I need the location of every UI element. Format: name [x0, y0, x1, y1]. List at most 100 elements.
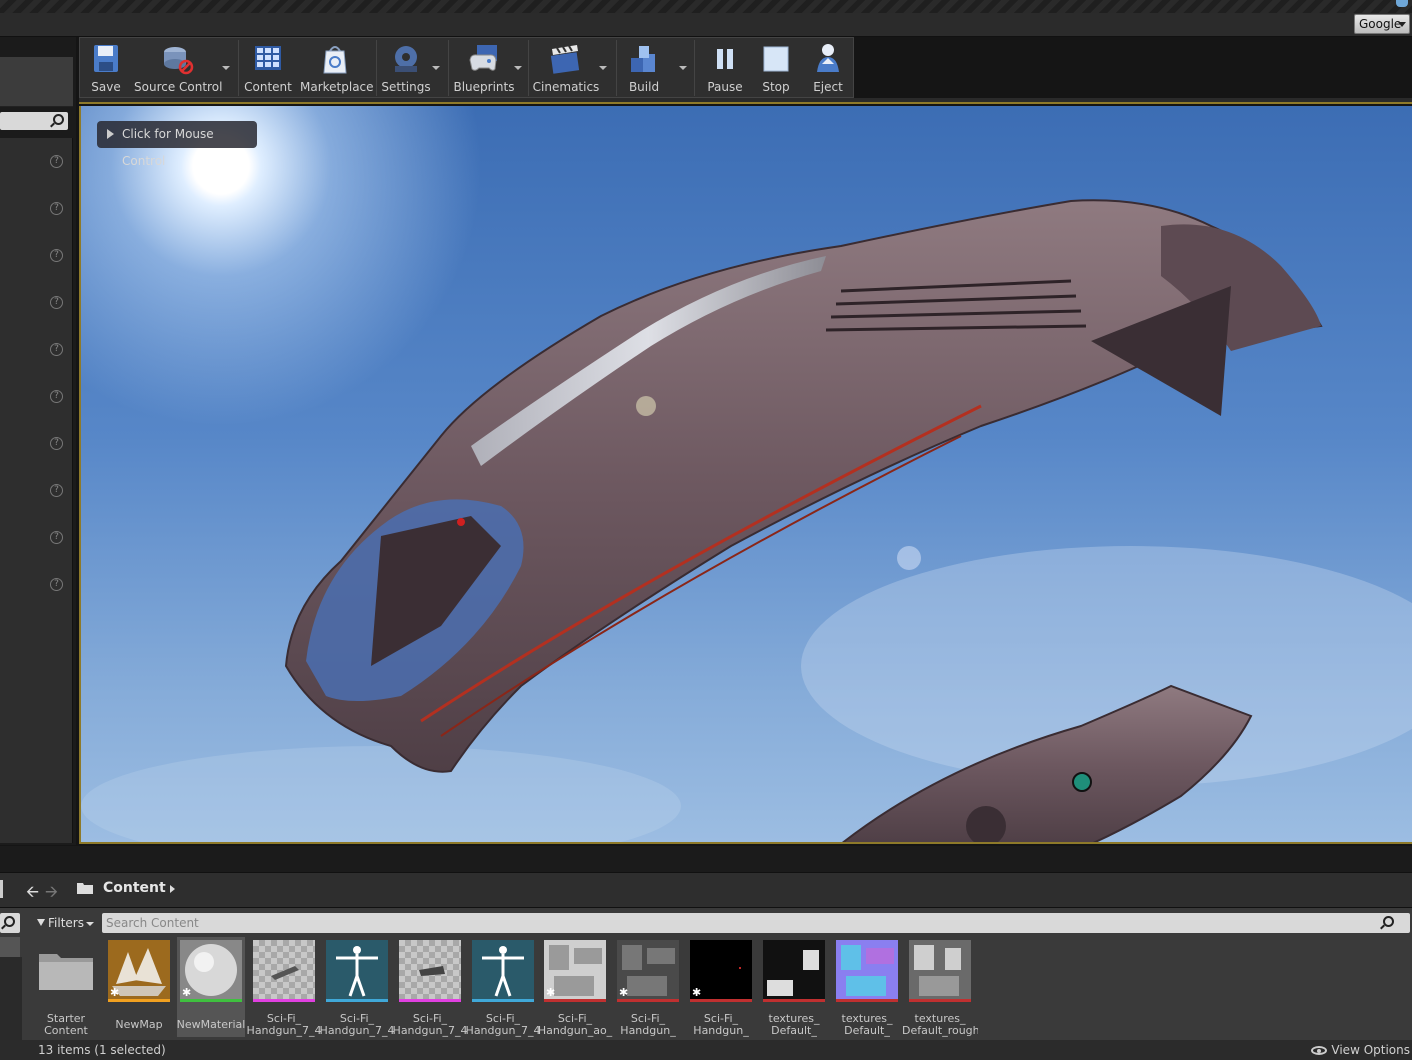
sources-panel-item[interactable]	[0, 937, 20, 957]
asset-name: Sci-Fi_ Handgun_ color_4	[620, 1013, 676, 1037]
asset-type-bar	[617, 999, 679, 1002]
asset-tile-texture-emissive[interactable]: ✱ Sci-Fi_ Handgun_ Emissivemap	[685, 937, 757, 1037]
asset-tile-newmaterial[interactable]: ✱ NewMaterial	[177, 937, 245, 1037]
search-icon	[53, 114, 64, 125]
sources-search-button[interactable]	[0, 913, 20, 933]
asset-tile-skeletal-mesh[interactable]: Sci-Fi_ Handgun_7_4 gun_and	[320, 937, 394, 1037]
asset-tile-skeletal-mesh[interactable]: Sci-Fi_ Handgun_7_4 gun_	[466, 937, 540, 1037]
pause-button[interactable]: Pause	[700, 38, 750, 98]
level-viewport[interactable]: Click for Mouse Control	[79, 106, 1412, 844]
new-asset-icon: ✱	[182, 986, 192, 999]
content-button[interactable]: Content	[244, 38, 292, 98]
asset-type-bar	[836, 999, 898, 1002]
chevron-right-icon[interactable]	[170, 885, 175, 893]
asset-name: textures_ Default_ nmap_dx	[841, 1013, 893, 1037]
filters-label: Filters	[48, 916, 84, 930]
source-control-label: Source Control	[134, 80, 223, 94]
asset-tile-texture-normal[interactable]: textures_ Default_ nmap_dx	[833, 937, 901, 1037]
search-provider-dropdown[interactable]: Google	[1354, 14, 1410, 34]
source-control-button[interactable]: Source Control	[134, 38, 223, 98]
filters-button[interactable]: Filters	[34, 913, 96, 933]
panel-divider	[0, 846, 1412, 872]
folder-icon	[39, 954, 93, 990]
help-icon[interactable]: ?	[50, 437, 63, 450]
cinematics-label: Cinematics	[532, 80, 600, 94]
settings-icon	[395, 46, 417, 72]
asset-name: Sci-Fi_ Handgun_ Emissivemap	[685, 1013, 758, 1037]
help-icon[interactable]: ?	[50, 202, 63, 215]
asset-name: textures_ Default_ metalness	[766, 1013, 823, 1037]
search-icon[interactable]	[1380, 916, 1396, 932]
help-icon[interactable]: ?	[50, 484, 63, 497]
notification-icon[interactable]	[1396, 0, 1408, 7]
asset-name: Sci-Fi_ Handgun_7_4 gun_	[465, 1013, 541, 1037]
marketplace-icon	[323, 46, 347, 74]
search-content-input[interactable]: Search Content	[102, 913, 1410, 933]
help-icon[interactable]: ?	[50, 578, 63, 591]
asset-tile-newmap[interactable]: ✱ NewMap	[105, 937, 173, 1037]
new-asset-icon: ✱	[619, 986, 629, 999]
asset-type-bar	[909, 999, 971, 1002]
help-icon[interactable]: ?	[50, 390, 63, 403]
asset-type-bar	[763, 999, 825, 1002]
pause-label: Pause	[707, 80, 743, 94]
build-button[interactable]: Build	[622, 38, 666, 98]
skeleton-icon	[472, 940, 534, 1000]
forward-arrow-icon[interactable]: 🡪	[45, 881, 58, 908]
stop-icon	[763, 46, 789, 72]
back-arrow-icon[interactable]: 🡨	[26, 881, 39, 908]
asset-tile-texture-metalness[interactable]: textures_ Default_ metalness	[760, 937, 828, 1037]
asset-tile-texture-ao[interactable]: ✱ Sci-Fi_ Handgun_ao_ 2	[538, 937, 612, 1037]
view-options-button[interactable]: View Options	[1311, 1043, 1410, 1057]
breadcrumb-content[interactable]: Content	[103, 880, 166, 896]
toolbar-separator	[238, 40, 239, 96]
search-icon	[4, 916, 15, 927]
help-icon[interactable]: ?	[50, 343, 63, 356]
save-label: Save	[91, 80, 121, 94]
marketplace-label: Marketplace	[300, 80, 374, 94]
blueprints-dropdown-icon[interactable]	[514, 66, 522, 70]
asset-type-bar	[253, 999, 315, 1002]
left-panel-list: ? ? ? ? ? ? ? ? ? ?	[0, 138, 73, 843]
asset-tile-starter-content[interactable]: Starter Content	[32, 937, 100, 1037]
help-icon[interactable]: ?	[50, 155, 63, 168]
toolbar-separator	[528, 40, 529, 96]
left-panel-tab[interactable]	[0, 57, 73, 107]
asset-tile-static-mesh[interactable]: Sci-Fi_ Handgun_7_4 gun_Retop	[393, 937, 467, 1037]
settings-button[interactable]: Settings	[380, 38, 432, 98]
stop-button[interactable]: Stop	[754, 38, 798, 98]
blueprints-label: Blueprints	[453, 80, 515, 94]
source-control-dropdown-icon[interactable]	[222, 66, 230, 70]
mouse-control-hint[interactable]: Click for Mouse Control	[97, 121, 257, 168]
settings-dropdown-icon[interactable]	[432, 66, 440, 70]
asset-name: NewMap	[115, 1019, 163, 1031]
search-provider-label: Google	[1359, 17, 1402, 31]
left-panel-search-input[interactable]	[0, 112, 68, 130]
asset-type-bar	[472, 999, 534, 1002]
build-dropdown-icon[interactable]	[679, 66, 687, 70]
new-asset-icon: ✱	[546, 986, 556, 999]
new-asset-icon: ✱	[110, 986, 120, 999]
help-icon[interactable]: ?	[50, 531, 63, 544]
asset-name: Sci-Fi_ Handgun_ao_ 2	[537, 1013, 613, 1037]
asset-tile-texture-color[interactable]: ✱ Sci-Fi_ Handgun_ color_4	[614, 937, 682, 1037]
save-button[interactable]: Save	[84, 38, 128, 98]
toolbar-separator	[694, 40, 695, 96]
asset-tile-texture-rough[interactable]: textures_ Default_rough	[902, 937, 978, 1037]
eject-label: Eject	[813, 80, 843, 94]
content-browser-nav	[0, 872, 1412, 908]
toolbar-separator	[448, 40, 449, 96]
marketplace-button[interactable]: Marketplace	[300, 38, 374, 98]
cinematics-dropdown-icon[interactable]	[599, 66, 607, 70]
pause-icon	[717, 49, 733, 69]
blueprints-button[interactable]: Blueprints	[452, 38, 516, 98]
asset-tile-static-mesh[interactable]: Sci-Fi_ Handgun_7_4 gun_and	[247, 937, 321, 1037]
new-asset-icon: ✱	[692, 986, 702, 999]
content-label: Content	[244, 80, 292, 94]
cinematics-icon	[550, 45, 580, 74]
help-icon[interactable]: ?	[50, 296, 63, 309]
cinematics-button[interactable]: Cinematics	[532, 38, 600, 98]
help-icon[interactable]: ?	[50, 249, 63, 262]
asset-name: Sci-Fi_ Handgun_7_4 gun_and	[246, 1013, 322, 1037]
eject-button[interactable]: Eject	[804, 38, 852, 98]
